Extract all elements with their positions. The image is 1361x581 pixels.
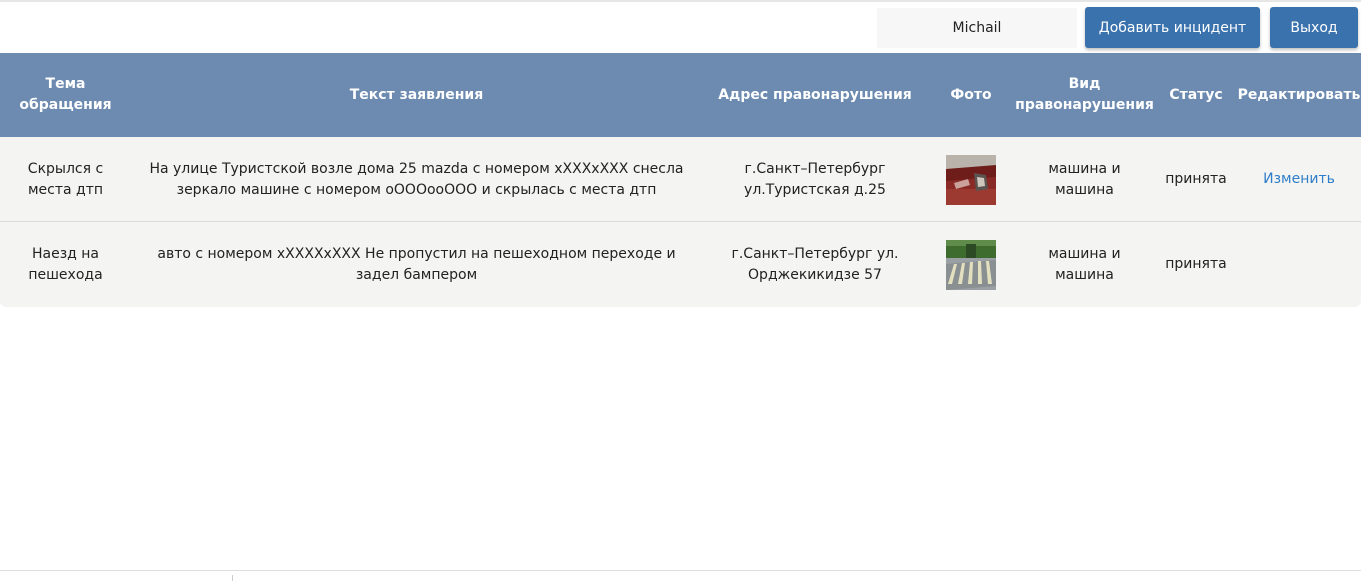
- table-header: Тема обращения Текст заявления Адрес пра…: [0, 53, 1361, 137]
- table-row: Наезд на пешехода авто с номером хXXXXхX…: [0, 222, 1361, 307]
- row-violation-type: машина и машина: [1048, 160, 1121, 198]
- row-status: принята: [1165, 256, 1227, 272]
- column-header-address: Адрес правонарушения: [718, 86, 912, 103]
- bottom-divider: [0, 570, 1361, 571]
- add-incident-button[interactable]: Добавить инцидент: [1085, 7, 1260, 48]
- table-row: Скрылся с места дтп На улице Туристской …: [0, 137, 1361, 222]
- bottom-divider-tick: [232, 575, 233, 581]
- row-photo[interactable]: [928, 222, 1014, 307]
- incidents-table: Тема обращения Текст заявления Адрес пра…: [0, 53, 1361, 307]
- column-header-violation-type: Вид правонарушения: [1015, 76, 1154, 113]
- row-photo[interactable]: [928, 137, 1014, 222]
- column-header-text: Текст заявления: [349, 86, 484, 103]
- row-violation-type: машина и машина: [1048, 245, 1121, 283]
- column-header-edit: Редактировать: [1237, 86, 1361, 103]
- exit-button[interactable]: Выход: [1270, 7, 1358, 48]
- row-text: авто с номером хXXXXхXXX Не пропустил на…: [157, 245, 676, 283]
- top-bar: Michail Добавить инцидент Выход: [0, 2, 1361, 53]
- row-topic: Скрылся с места дтп: [27, 160, 104, 198]
- crosswalk-photo: [946, 239, 996, 290]
- row-address: г.Санкт–Петербург ул.Туристская д.25: [744, 160, 886, 198]
- row-address: г.Санкт–Петербург ул. Орджекикидзе 57: [731, 245, 899, 283]
- column-header-topic: Тема обращения: [19, 76, 112, 113]
- row-text: На улице Туристской возле дома 25 mazda …: [149, 160, 684, 198]
- row-status: принята: [1165, 171, 1227, 187]
- car-side-mirror-photo: [946, 154, 996, 205]
- column-header-photo: Фото: [950, 86, 992, 103]
- column-header-status: Статус: [1169, 86, 1223, 103]
- user-name: Michail: [877, 8, 1077, 48]
- row-topic: Наезд на пешехода: [28, 245, 103, 283]
- edit-link[interactable]: Изменить: [1263, 169, 1335, 190]
